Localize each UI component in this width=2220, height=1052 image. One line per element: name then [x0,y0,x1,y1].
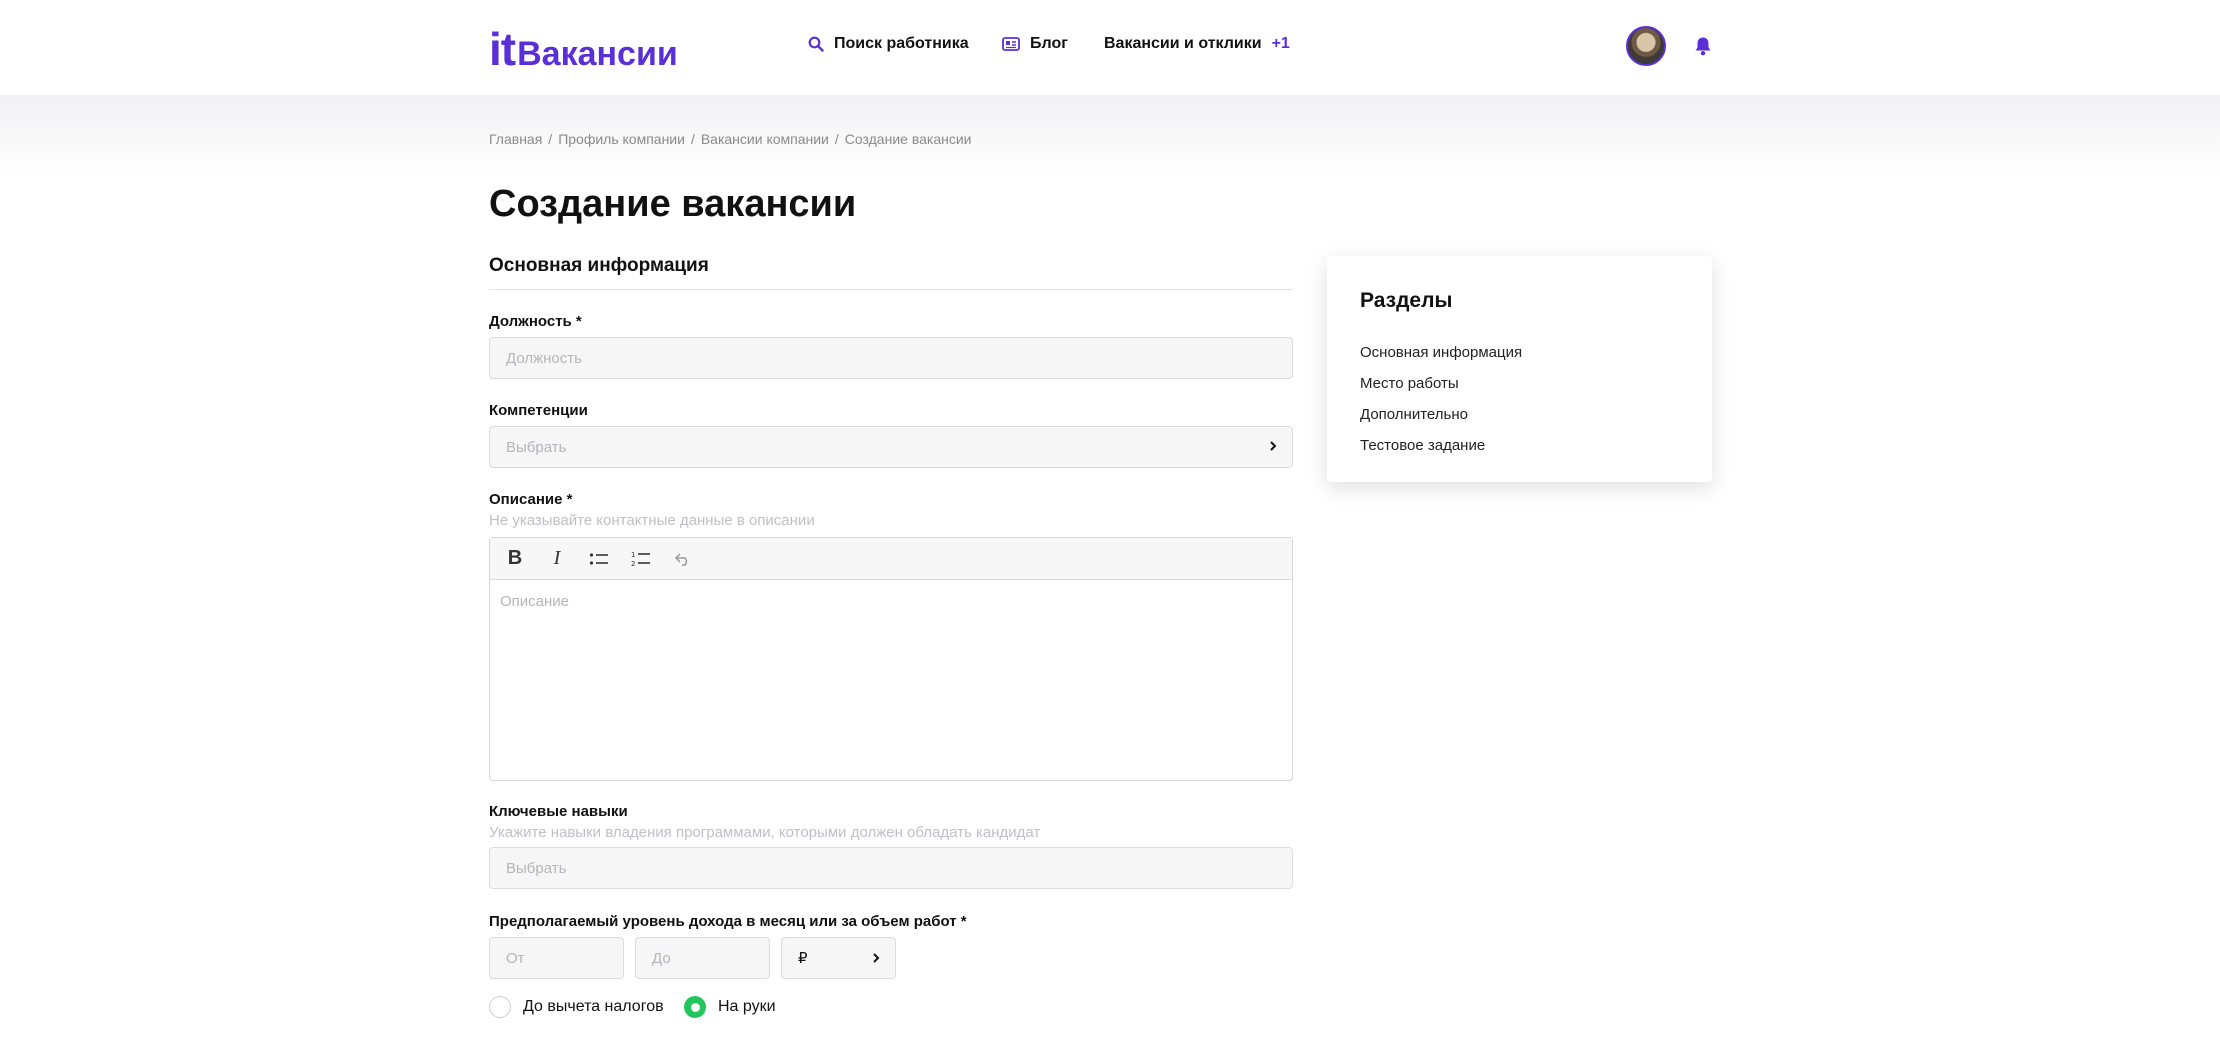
site-logo[interactable]: it Вакансии [489,22,678,75]
sections-item-additional[interactable]: Дополнительно [1360,399,1522,430]
newspaper-icon [1002,37,1020,51]
avatar[interactable] [1626,26,1666,66]
chevron-right-icon [1268,439,1278,457]
radio-net-label: На руки [718,998,776,1015]
competencies-select[interactable]: Выбрать [489,426,1293,468]
breadcrumb-current: Создание вакансии [844,131,972,147]
salary-to-input[interactable]: До [635,937,770,979]
description-hint: Не указывайте контактные данные в описан… [489,512,815,529]
salary-from-input[interactable]: От [489,937,624,979]
breadcrumb-company-vacancies[interactable]: Вакансии компании [701,131,829,147]
nav-blog-label: Блог [1030,35,1068,52]
nav-search-label: Поиск работника [834,35,969,52]
sections-item-test-task[interactable]: Тестовое задание [1360,430,1522,461]
sections-card: Разделы Основная информация Место работы… [1327,256,1712,482]
salary-label: Предполагаемый уровень дохода в месяц ил… [489,913,967,930]
top-header: it Вакансии Поиск работника Блог Ваканси… [0,0,2220,95]
salary-to-placeholder: До [652,949,671,967]
vacancies-badge: +1 [1271,35,1290,52]
position-label: Должность * [489,313,582,330]
sections-item-main-info[interactable]: Основная информация [1360,337,1522,368]
breadcrumb-separator: / [548,131,553,147]
undo-icon[interactable] [672,548,694,570]
page-title: Создание вакансии [489,183,857,225]
chevron-right-icon [871,951,881,969]
italic-button[interactable]: I [546,547,568,570]
skills-select[interactable]: Выбрать [489,847,1293,889]
breadcrumb-home[interactable]: Главная [489,131,542,147]
radio-before-tax-circle[interactable] [489,996,511,1018]
svg-text:1: 1 [631,551,635,559]
skills-hint: Укажите навыки владения программами, кот… [489,824,1041,841]
position-input[interactable]: Должность [489,337,1293,379]
bell-icon[interactable] [1694,36,1712,61]
sections-card-title: Разделы [1360,289,1453,312]
section-title: Основная информация [489,255,709,276]
nav-blog[interactable]: Блог [1002,35,1068,53]
radio-net-circle[interactable] [684,996,706,1018]
competencies-placeholder: Выбрать [506,438,567,456]
nav-vacancies[interactable]: Вакансии и отклики +1 [1104,35,1290,53]
logo-it: it [489,23,516,75]
numbered-list-icon[interactable]: 12 [630,548,652,570]
breadcrumb-separator: / [834,131,839,147]
breadcrumb-company-profile[interactable]: Профиль компании [558,131,685,147]
description-label: Описание * [489,491,573,508]
radio-net[interactable]: На руки [684,996,776,1018]
radio-before-tax-label: До вычета налогов [523,998,664,1015]
competencies-label: Компетенции [489,402,588,419]
currency-select[interactable]: ₽ [781,937,896,979]
editor-toolbar: B I 12 [490,538,1292,580]
description-editor: B I 12 Описание [489,537,1293,781]
salary-from-placeholder: От [506,949,525,967]
bullet-list-icon[interactable] [588,548,610,570]
svg-text:2: 2 [631,560,635,568]
description-textarea[interactable]: Описание [490,580,1292,623]
position-placeholder: Должность [506,349,582,367]
description-placeholder: Описание [500,593,570,610]
logo-text: Вакансии [517,35,678,73]
breadcrumb-separator: / [690,131,695,147]
skills-placeholder: Выбрать [506,859,567,877]
nav-vacancies-label: Вакансии и отклики [1104,35,1262,52]
sections-item-workplace[interactable]: Место работы [1360,368,1522,399]
skills-label: Ключевые навыки [489,803,628,820]
radio-before-tax[interactable]: До вычета налогов [489,996,664,1018]
bold-button[interactable]: B [504,547,526,570]
search-icon [808,36,824,52]
breadcrumb: Главная / Профиль компании / Вакансии ко… [489,131,971,147]
sections-list: Основная информация Место работы Дополни… [1360,337,1522,461]
section-divider [489,289,1293,290]
nav-search-worker[interactable]: Поиск работника [808,35,969,53]
currency-value: ₽ [798,950,808,967]
header-shadow [0,95,2220,175]
